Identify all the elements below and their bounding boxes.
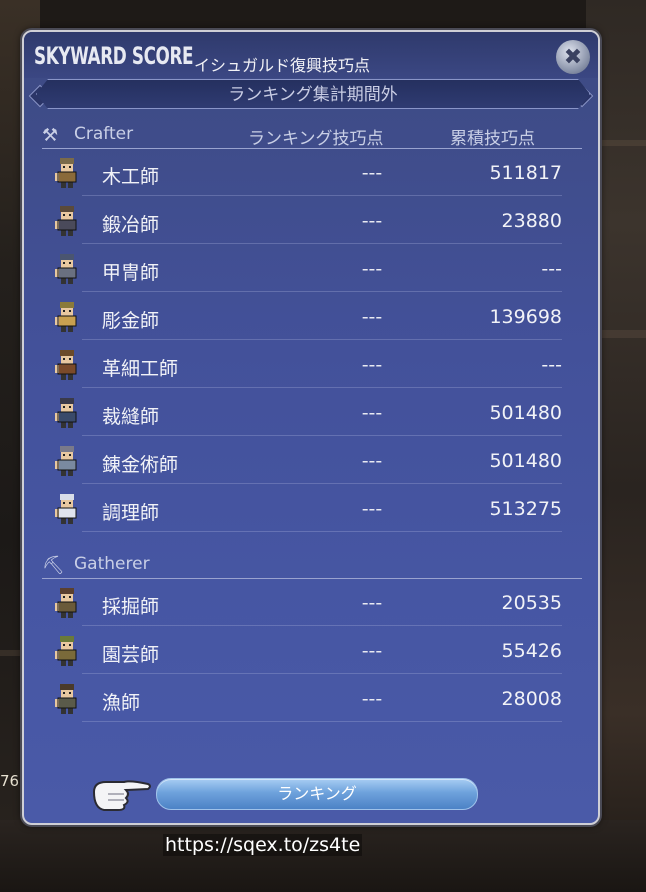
job-avatar-icon [52,204,82,238]
row-divider [82,195,562,196]
ranking-score: --- [361,592,383,614]
crafter-label: Crafter [74,124,134,144]
total-score: --- [541,258,562,280]
row-divider [82,291,562,292]
total-score: 23880 [501,210,562,232]
row-divider [82,339,562,340]
job-avatar-icon [52,444,82,478]
table-row: 採掘師 --- 20535 [42,582,562,626]
background-bottom [0,820,646,892]
table-row: 錬金術師 --- 501480 [42,440,562,484]
job-name: 彫金師 [102,310,160,332]
gatherer-label: Gatherer [74,554,150,574]
pickaxe-icon: ⛏ [42,555,65,576]
job-name: 木工師 [102,166,160,188]
total-score: 513275 [489,498,562,520]
ranking-button[interactable]: ランキング [156,778,478,810]
background-beam [600,330,646,338]
skyward-score-window: SKYWARD SCORE イシュガルド復興技巧点 ✖ ランキング集計期間外 ⚒… [22,30,600,825]
ranking-score: --- [361,640,383,662]
job-name: 裁縫師 [102,406,160,428]
total-score: 511817 [489,162,562,184]
ranking-score: --- [361,162,383,184]
table-row: 鍛冶師 --- 23880 [42,200,562,244]
job-avatar-icon [52,348,82,382]
row-divider [82,673,562,674]
close-crossed-hammers-icon[interactable]: ✖ [556,40,590,74]
job-name: 革細工師 [102,358,179,380]
job-avatar-icon [52,682,82,716]
job-avatar-icon [52,586,82,620]
background-beam [0,650,22,656]
job-avatar-icon [52,156,82,190]
ranking-score: --- [361,306,383,328]
table-row: 漁師 --- 28008 [42,678,562,722]
job-avatar-icon [52,492,82,526]
title-bar[interactable]: SKYWARD SCORE イシュガルド復興技巧点 ✖ [24,32,598,78]
table-row: 裁縫師 --- 501480 [42,392,562,436]
ranking-score: --- [361,688,383,710]
job-avatar-icon [52,396,82,430]
period-status-bar: ランキング集計期間外 [36,79,590,109]
table-row: 園芸師 --- 55426 [42,630,562,674]
total-score: 28008 [501,688,562,710]
job-name: 採掘師 [102,596,160,618]
total-score: 139698 [489,306,562,328]
edge-number: 76 [0,772,20,790]
total-score: 501480 [489,450,562,472]
window-subtitle: イシュガルド復興技巧点 [194,56,371,75]
row-divider [82,625,562,626]
background-beam [600,140,646,146]
row-divider [82,531,562,532]
table-row: 木工師 --- 511817 [42,152,562,196]
job-name: 錬金術師 [102,454,179,476]
job-name: 漁師 [102,692,141,714]
row-divider [82,387,562,388]
job-name: 鍛冶師 [102,214,160,236]
job-avatar-icon [52,252,82,286]
url-watermark: https://sqex.to/zs4te [163,834,363,856]
row-divider [82,435,562,436]
row-divider [82,483,562,484]
crafter-section-header: ⚒ Crafter ランキング技巧点 累積技巧点 [42,122,582,149]
ranking-score: --- [361,210,383,232]
window-title: SKYWARD SCORE [34,42,194,70]
ranking-score: --- [361,498,383,520]
ranking-column-header: ランキング技巧点 [248,129,384,149]
ranking-score: --- [361,450,383,472]
table-row: 調理師 --- 513275 [42,488,562,532]
period-status: ランキング集計期間外 [228,85,398,105]
job-name: 園芸師 [102,644,160,666]
ranking-score: --- [361,258,383,280]
total-score: 501480 [489,402,562,424]
row-divider [82,721,562,722]
table-row: 甲冑師 --- --- [42,248,562,292]
job-name: 甲冑師 [102,262,160,284]
pointing-hand-icon [92,780,151,811]
job-avatar-icon [52,634,82,668]
ranking-score: --- [361,354,383,376]
ranking-score: --- [361,402,383,424]
job-name: 調理師 [102,502,160,524]
hammer-icon: ⚒ [42,125,59,146]
job-avatar-icon [52,300,82,334]
row-divider [82,243,562,244]
total-score: 55426 [501,640,562,662]
table-row: 革細工師 --- --- [42,344,562,388]
total-score: --- [541,354,562,376]
total-column-header: 累積技巧点 [450,129,535,149]
gatherer-section-header: ⛏ Gatherer [42,552,582,579]
table-row: 彫金師 --- 139698 [42,296,562,340]
total-score: 20535 [501,592,562,614]
